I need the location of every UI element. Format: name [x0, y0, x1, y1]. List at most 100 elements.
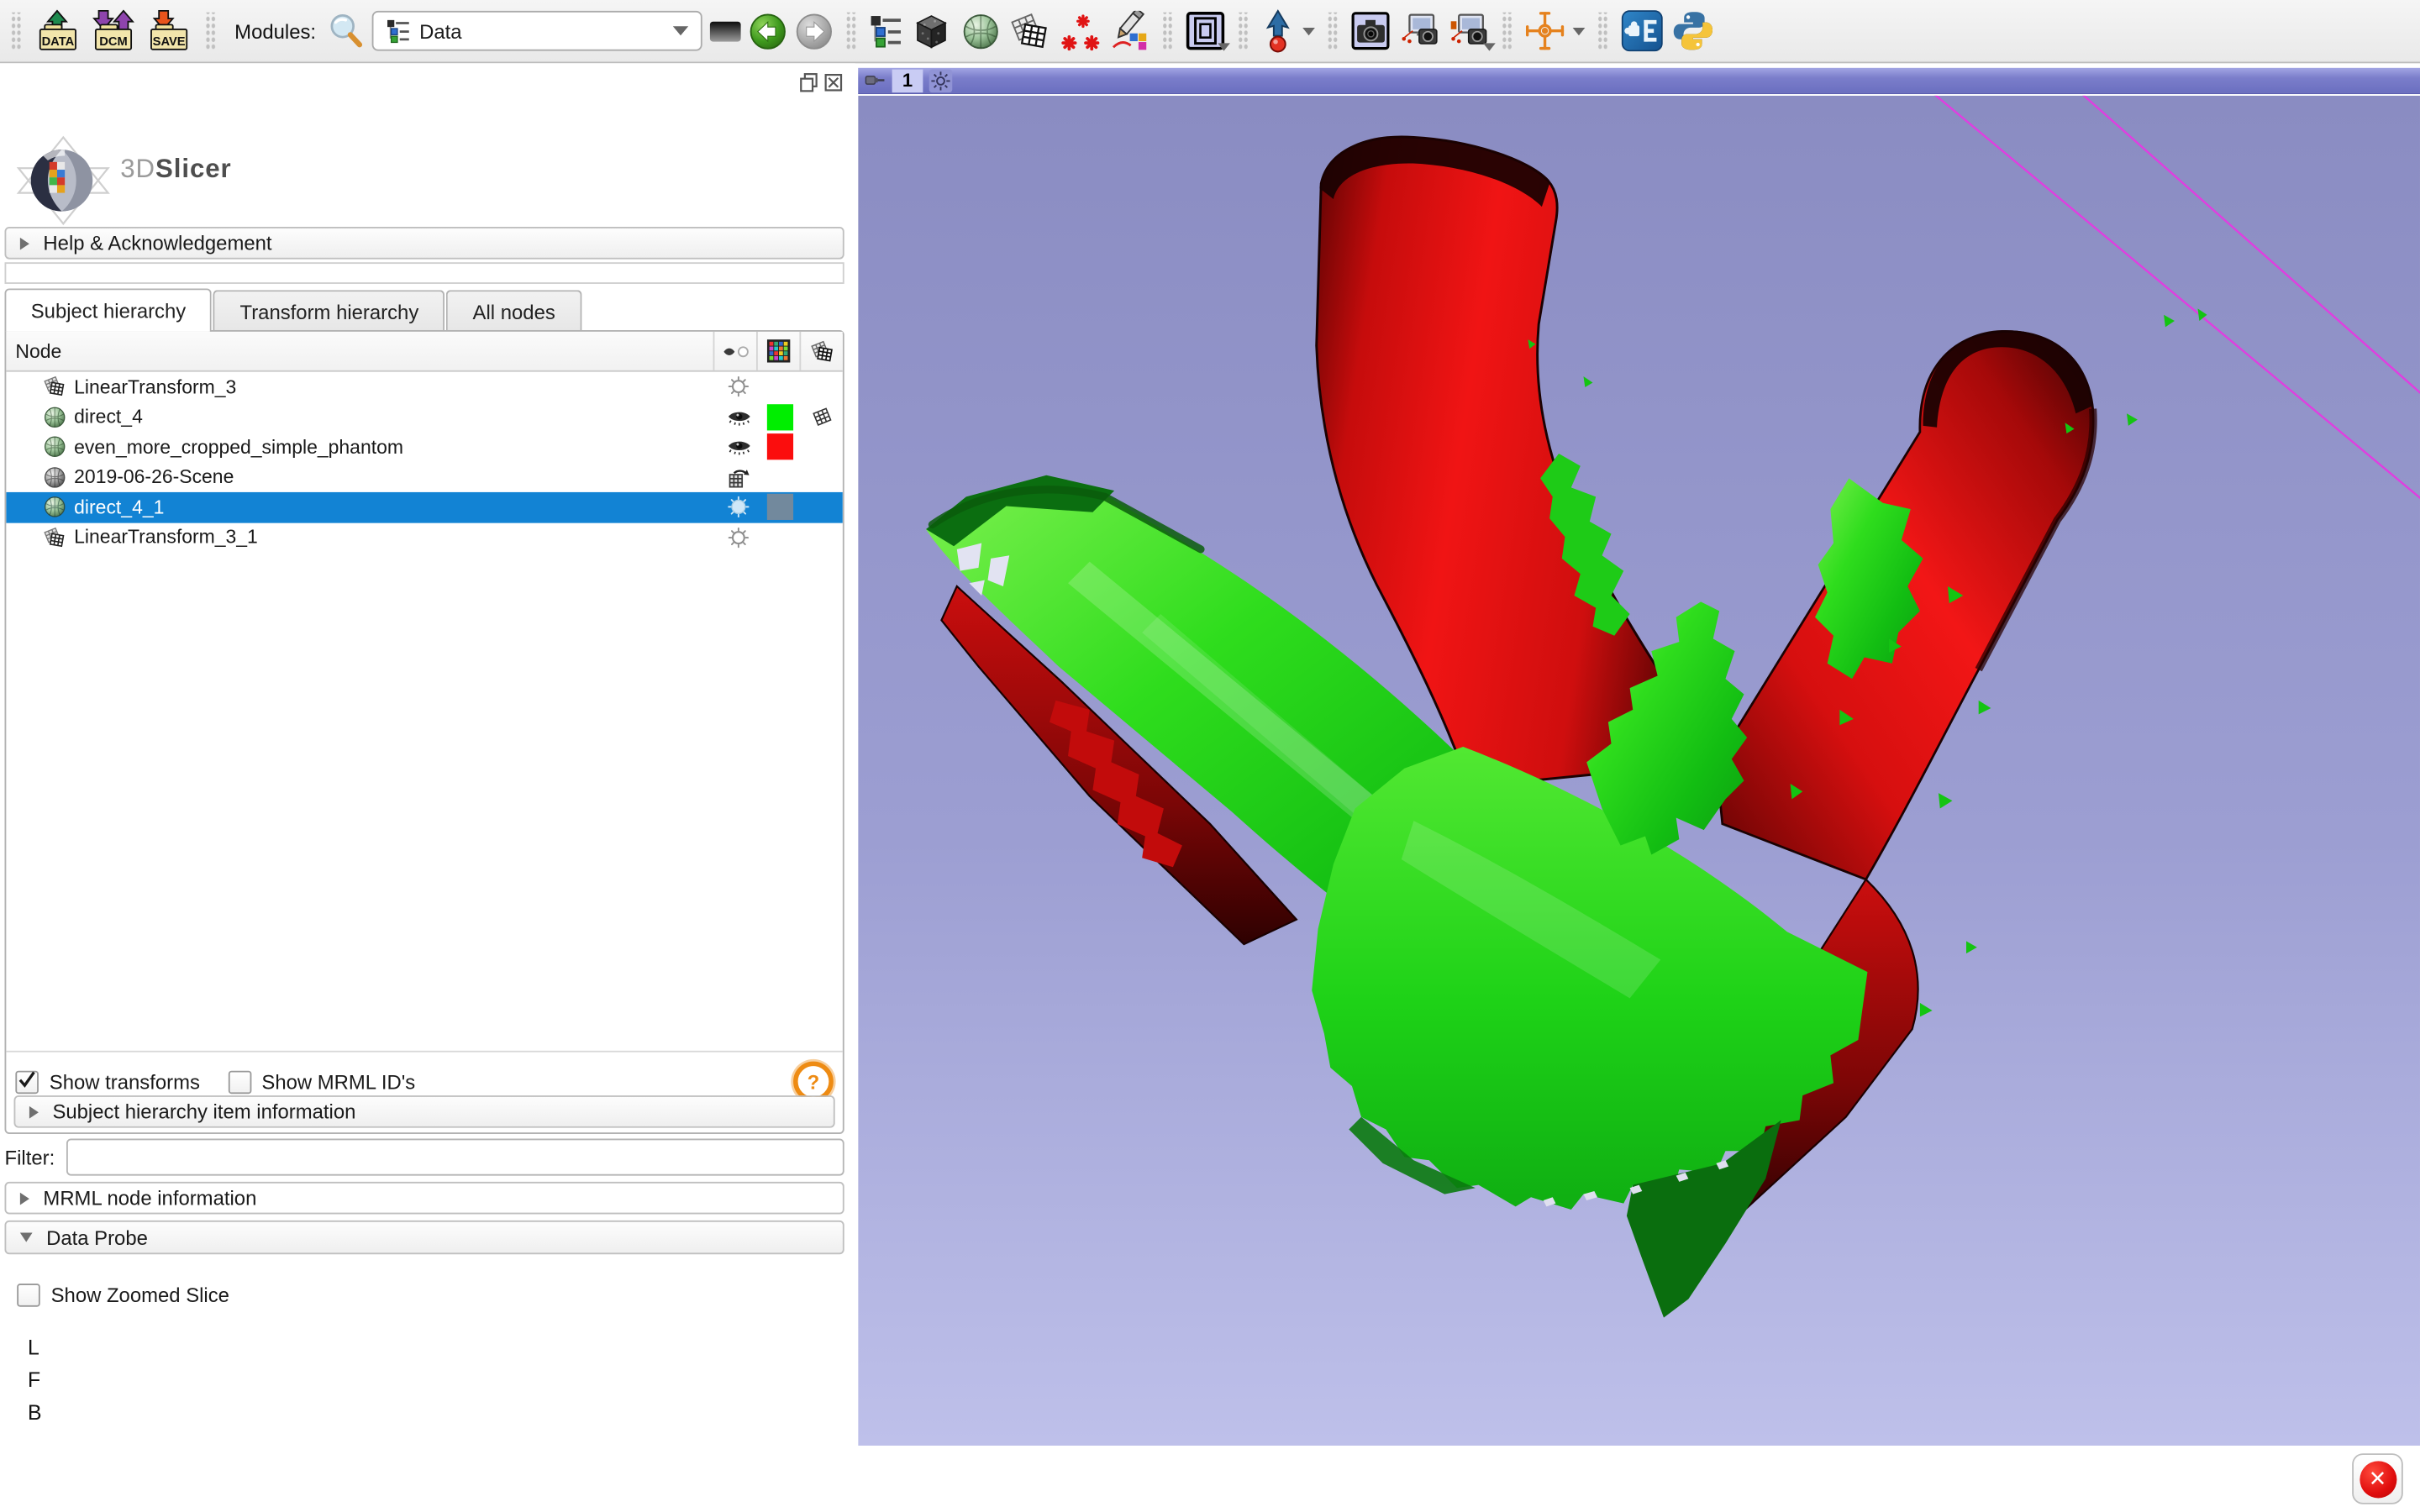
- extensions-manager-button[interactable]: [1620, 9, 1663, 52]
- toolbar-drag-handle[interactable]: [1162, 13, 1173, 50]
- scene-visibility-icon: [727, 465, 750, 489]
- slicer-logo-icon: [13, 134, 114, 227]
- pin-icon[interactable]: [865, 71, 886, 89]
- show-zoomed-slice-label: Show Zoomed Slice: [51, 1284, 229, 1307]
- color-cell[interactable]: [760, 434, 802, 460]
- transform-column-header[interactable]: [799, 332, 842, 370]
- tree-row-direct-4-1[interactable]: direct_4_1: [6, 492, 843, 522]
- visibility-toggle[interactable]: [718, 526, 760, 549]
- mouse-mode-place-button[interactable]: [1260, 9, 1294, 52]
- color-swatch-red[interactable]: [767, 434, 793, 460]
- toolbar-drag-handle[interactable]: [1502, 13, 1512, 50]
- toolbar-drag-handle[interactable]: [1597, 13, 1608, 50]
- visibility-toggle[interactable]: [718, 407, 760, 427]
- error-indicator-button[interactable]: ✕: [2352, 1453, 2403, 1504]
- color-swatch-gray[interactable]: [767, 494, 793, 520]
- show-transforms-checkbox[interactable]: Show transforms: [15, 1070, 200, 1094]
- screen-capture-button[interactable]: [1398, 11, 1440, 51]
- layout-selector-button[interactable]: [1185, 11, 1225, 51]
- render-3d-scene[interactable]: [858, 96, 2420, 1446]
- toolbar-drag-handle[interactable]: [845, 13, 856, 50]
- visibility-on-icon: [726, 407, 750, 427]
- module-selector-value: Data: [419, 19, 663, 43]
- check-icon: [15, 1067, 39, 1090]
- transform-node-icon: [43, 526, 66, 549]
- node-tree[interactable]: Node: [6, 332, 843, 1053]
- crosshair-dropdown[interactable]: [1572, 27, 1585, 34]
- transform-cell[interactable]: [801, 405, 843, 429]
- node-label: direct_4_1: [74, 496, 718, 518]
- visibility-column-header[interactable]: [713, 332, 756, 370]
- tree-row-lineartransform-3[interactable]: LinearTransform_3: [6, 372, 843, 402]
- color-column-header[interactable]: [756, 332, 799, 370]
- crosshair-button[interactable]: [1524, 11, 1565, 51]
- chevron-down-icon: [1483, 43, 1496, 50]
- show-mrml-ids-checkbox[interactable]: Show MRML ID's: [228, 1070, 415, 1094]
- collapsed-arrow-icon: [20, 237, 29, 249]
- data-probe-section[interactable]: Data Probe: [5, 1221, 844, 1254]
- help-acknowledgement-section[interactable]: Help & Acknowledgement: [5, 227, 844, 260]
- visibility-toggle[interactable]: [718, 496, 760, 519]
- probe-label-l: L: [28, 1331, 42, 1364]
- visibility-toggle[interactable]: [718, 437, 760, 457]
- editor-module-shortcut[interactable]: [1107, 10, 1150, 52]
- transforms-module-shortcut[interactable]: [1009, 10, 1051, 52]
- color-cell[interactable]: [760, 494, 802, 520]
- node-column-header[interactable]: Node: [6, 340, 713, 362]
- tab-all-nodes[interactable]: All nodes: [446, 290, 581, 332]
- expanded-arrow-icon: [20, 1233, 33, 1242]
- mouse-mode-dropdown[interactable]: [1302, 27, 1315, 34]
- capture-view-button[interactable]: [1350, 11, 1391, 51]
- module-panel: 3DSlicer Help & Acknowledgement Subject …: [0, 63, 855, 1512]
- tree-row-direct-4[interactable]: direct_4: [6, 402, 843, 432]
- toolbar-drag-handle[interactable]: [1327, 13, 1338, 50]
- save-button[interactable]: SAVE: [145, 7, 193, 55]
- module-selector[interactable]: Data: [371, 11, 702, 51]
- tab-subject-hierarchy[interactable]: Subject hierarchy: [5, 288, 213, 331]
- filter-input[interactable]: [66, 1139, 844, 1176]
- data-module-shortcut[interactable]: [869, 14, 902, 48]
- mrml-node-information-label: MRML node information: [43, 1186, 256, 1210]
- module-forward-button[interactable]: [794, 12, 833, 50]
- node-label: direct_4: [74, 407, 718, 428]
- tree-row-scene[interactable]: 2019-06-26-Scene: [6, 462, 843, 492]
- show-zoomed-slice-checkbox[interactable]: Show Zoomed Slice: [17, 1284, 229, 1307]
- tree-row-lineartransform-3-1[interactable]: LinearTransform_3_1: [6, 522, 843, 553]
- color-cell[interactable]: [760, 404, 802, 430]
- tree-row-even-more-cropped[interactable]: even_more_cropped_simple_phantom: [6, 432, 843, 462]
- load-data-button[interactable]: DATA: [34, 7, 82, 55]
- toolbar-drag-handle[interactable]: [1238, 13, 1249, 50]
- view-options-button[interactable]: [929, 69, 953, 92]
- svg-text:DCM: DCM: [99, 34, 127, 48]
- tree-header: Node: [6, 332, 843, 372]
- screen-capture-options-button[interactable]: [1447, 11, 1489, 51]
- tab-transform-hierarchy[interactable]: Transform hierarchy: [213, 290, 445, 332]
- node-label: even_more_cropped_simple_phantom: [74, 436, 718, 458]
- undock-panel-icon[interactable]: [799, 72, 818, 92]
- slicer-wordmark: 3DSlicer: [120, 155, 231, 186]
- dicom-button[interactable]: DCM: [90, 7, 138, 55]
- checkbox[interactable]: [228, 1070, 251, 1094]
- color-swatch-green[interactable]: [767, 404, 793, 430]
- models-module-shortcut[interactable]: [960, 10, 1002, 52]
- markups-module-shortcut[interactable]: [1059, 10, 1101, 52]
- collapsed-arrow-icon: [29, 1105, 39, 1118]
- visibility-toggle[interactable]: [718, 465, 760, 489]
- toolbar-drag-handle[interactable]: [11, 13, 22, 50]
- toolbar-drag-handle[interactable]: [205, 13, 216, 50]
- mrml-node-information-section[interactable]: MRML node information: [5, 1182, 844, 1215]
- module-search-icon[interactable]: [327, 13, 364, 50]
- python-console-button[interactable]: [1671, 9, 1714, 52]
- help-section-label: Help & Acknowledgement: [43, 232, 271, 255]
- visibility-toggle[interactable]: [718, 375, 760, 399]
- visibility-on-icon: [726, 437, 750, 457]
- item-information-section[interactable]: Subject hierarchy item information: [14, 1095, 835, 1128]
- module-back-button[interactable]: [748, 12, 786, 50]
- module-history-button[interactable]: [709, 21, 740, 41]
- checkbox[interactable]: [15, 1070, 39, 1094]
- close-panel-icon[interactable]: [824, 72, 843, 92]
- chevron-down-icon: [672, 26, 687, 35]
- checkbox[interactable]: [17, 1284, 40, 1307]
- volumes-module-shortcut[interactable]: [910, 10, 952, 52]
- transform-node-icon: [43, 375, 66, 399]
